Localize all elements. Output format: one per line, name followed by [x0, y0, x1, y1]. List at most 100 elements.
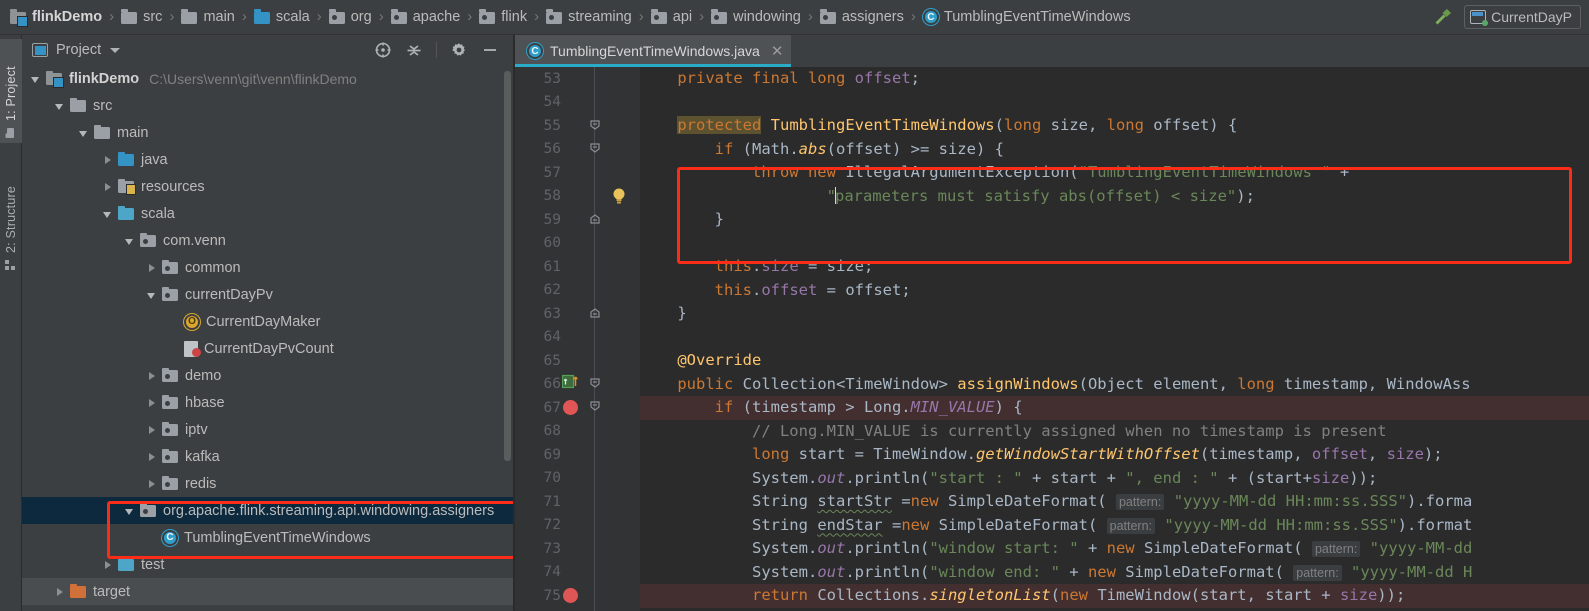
breadcrumb-item-main[interactable]: main [179, 4, 236, 30]
code-line: throw new IllegalArgumentException("Tumb… [751, 163, 1350, 181]
chevron-down-icon[interactable] [122, 233, 138, 249]
editor-tab-bar: C TumblingEventTimeWindows.java ✕ [515, 35, 1589, 67]
project-tree[interactable]: flinkDemo C:\Users\venn\git\venn\flinkDe… [22, 65, 513, 611]
chevron-down-icon[interactable] [110, 47, 121, 53]
resources-folder-icon [118, 178, 136, 195]
breadcrumb-item-apache[interactable]: apache [389, 4, 463, 30]
tree-node-target[interactable]: target [22, 578, 513, 605]
editor-gutter[interactable]: 53 54 55 56 57 58 59 60 61 62 63 64 65 6… [515, 67, 640, 611]
fold-marker-icon[interactable] [588, 118, 602, 132]
breadcrumb-separator: › [638, 7, 644, 25]
breakpoint-icon[interactable] [563, 400, 578, 415]
project-panel-actions [374, 41, 509, 59]
folder-icon [70, 97, 87, 113]
tree-node-common[interactable]: common [22, 254, 513, 281]
tree-node-resources[interactable]: resources [22, 173, 513, 200]
project-tree-scrollbar[interactable] [504, 71, 511, 461]
tree-node-main[interactable]: main [22, 119, 513, 146]
breadcrumb-separator: › [807, 7, 813, 25]
breadcrumb-item-api[interactable]: api [649, 4, 694, 30]
tree-node-CurrentDayMaker[interactable]: O CurrentDayMaker [22, 308, 513, 335]
java-class-icon: C [922, 9, 939, 25]
tree-node-com-venn[interactable]: com.venn [22, 227, 513, 254]
chevron-right-icon[interactable] [144, 449, 160, 465]
breadcrumb-label: flinkDemo [32, 9, 103, 25]
intention-bulb-icon[interactable] [611, 186, 627, 206]
fold-marker-icon[interactable] [588, 376, 602, 390]
package-icon [162, 475, 179, 491]
tree-node-assigners-package[interactable]: org.apache.flink.streaming.api.windowing… [22, 497, 513, 524]
tree-node-label: java [141, 151, 168, 168]
overriding-method-icon[interactable] [561, 374, 578, 390]
run-configuration-label: CurrentDayP [1491, 9, 1572, 25]
chevron-right-icon[interactable] [100, 152, 116, 168]
chevron-down-icon[interactable] [52, 98, 68, 114]
chevron-down-icon[interactable] [144, 287, 160, 303]
package-icon [162, 448, 179, 464]
tree-node-test[interactable]: test [22, 551, 513, 578]
chevron-down-icon[interactable] [100, 206, 116, 222]
chevron-right-icon[interactable] [144, 422, 160, 438]
chevron-down-icon[interactable] [76, 125, 92, 141]
tree-node-demo[interactable]: demo [22, 362, 513, 389]
fold-marker-icon[interactable] [588, 212, 602, 226]
folder-icon [118, 205, 135, 221]
breadcrumb-item-src[interactable]: src [119, 4, 164, 30]
breakpoint-icon[interactable] [563, 588, 578, 603]
hammer-icon[interactable] [1432, 6, 1454, 28]
chevron-right-icon[interactable] [144, 368, 160, 384]
package-icon [328, 9, 346, 25]
tree-node-src[interactable]: src [22, 92, 513, 119]
folder-icon [253, 9, 271, 25]
chevron-right-icon[interactable] [144, 260, 160, 276]
fold-marker-icon[interactable] [588, 141, 602, 155]
line-number: 74 [543, 564, 561, 581]
breadcrumb-item-assigners[interactable]: assigners [818, 4, 906, 30]
folder-icon [118, 556, 135, 572]
tree-node-TumblingEventTimeWindows[interactable]: C TumblingEventTimeWindows [22, 524, 513, 551]
chevron-right-icon[interactable] [100, 557, 116, 573]
chevron-right-icon[interactable] [144, 476, 160, 492]
tree-node-redis[interactable]: redis [22, 470, 513, 497]
code-editor[interactable]: 53 54 55 56 57 58 59 60 61 62 63 64 65 6… [515, 67, 1589, 611]
chevron-right-icon[interactable] [52, 584, 68, 600]
tree-node-CurrentDayPvCount[interactable]: CurrentDayPvCount [22, 335, 513, 362]
folder-icon [94, 124, 111, 140]
breadcrumb-item-streaming[interactable]: streaming [544, 4, 634, 30]
breadcrumb-item-scala[interactable]: scala [252, 4, 312, 30]
editor-tab-TumblingEventTimeWindows[interactable]: C TumblingEventTimeWindows.java ✕ [515, 35, 792, 67]
chevron-right-icon[interactable] [100, 179, 116, 195]
gear-icon[interactable] [450, 41, 468, 59]
tree-node-label: org.apache.flink.streaming.api.windowing… [163, 502, 495, 519]
tree-node-label: flinkDemo [69, 70, 140, 87]
chevron-down-icon[interactable] [122, 503, 138, 519]
breadcrumb-item-org[interactable]: org [327, 4, 374, 30]
run-configuration-selector[interactable]: CurrentDayP [1464, 5, 1581, 29]
tree-node-currentDayPv[interactable]: currentDayPv [22, 281, 513, 308]
fold-marker-icon[interactable] [588, 306, 602, 320]
breadcrumb-item-flink[interactable]: flink [477, 4, 529, 30]
breadcrumb-item-class[interactable]: C TumblingEventTimeWindows [921, 4, 1133, 30]
tool-tab-label: 1: Project [4, 66, 18, 121]
collapse-all-icon[interactable] [405, 41, 423, 59]
tool-tab-project[interactable]: 1: Project [0, 39, 22, 143]
tree-node-iptv[interactable]: iptv [22, 416, 513, 443]
close-icon[interactable]: ✕ [771, 42, 784, 60]
line-number: 71 [543, 493, 561, 510]
fold-marker-icon[interactable] [588, 399, 602, 413]
chevron-right-icon[interactable] [144, 395, 160, 411]
tree-node-kafka[interactable]: kafka [22, 443, 513, 470]
code-line: "parameters must satisfy abs(offset) < s… [826, 186, 1255, 205]
chevron-down-icon[interactable] [28, 71, 44, 87]
parameter-hint: pattern: [1293, 564, 1342, 581]
tree-node-flinkDemo[interactable]: flinkDemo C:\Users\venn\git\venn\flinkDe… [22, 65, 513, 92]
tree-node-hbase[interactable]: hbase [22, 389, 513, 416]
select-opened-file-icon[interactable] [374, 41, 392, 59]
code-content[interactable]: private final long offset; protected Tum… [640, 67, 1589, 611]
tree-node-scala[interactable]: scala [22, 200, 513, 227]
minimize-icon[interactable] [481, 41, 499, 59]
breadcrumb-item-windowing[interactable]: windowing [709, 4, 803, 30]
tree-node-java[interactable]: java [22, 146, 513, 173]
breadcrumb-item-flinkDemo[interactable]: flinkDemo [8, 4, 104, 30]
tool-tab-structure[interactable]: 2: Structure [0, 155, 22, 275]
